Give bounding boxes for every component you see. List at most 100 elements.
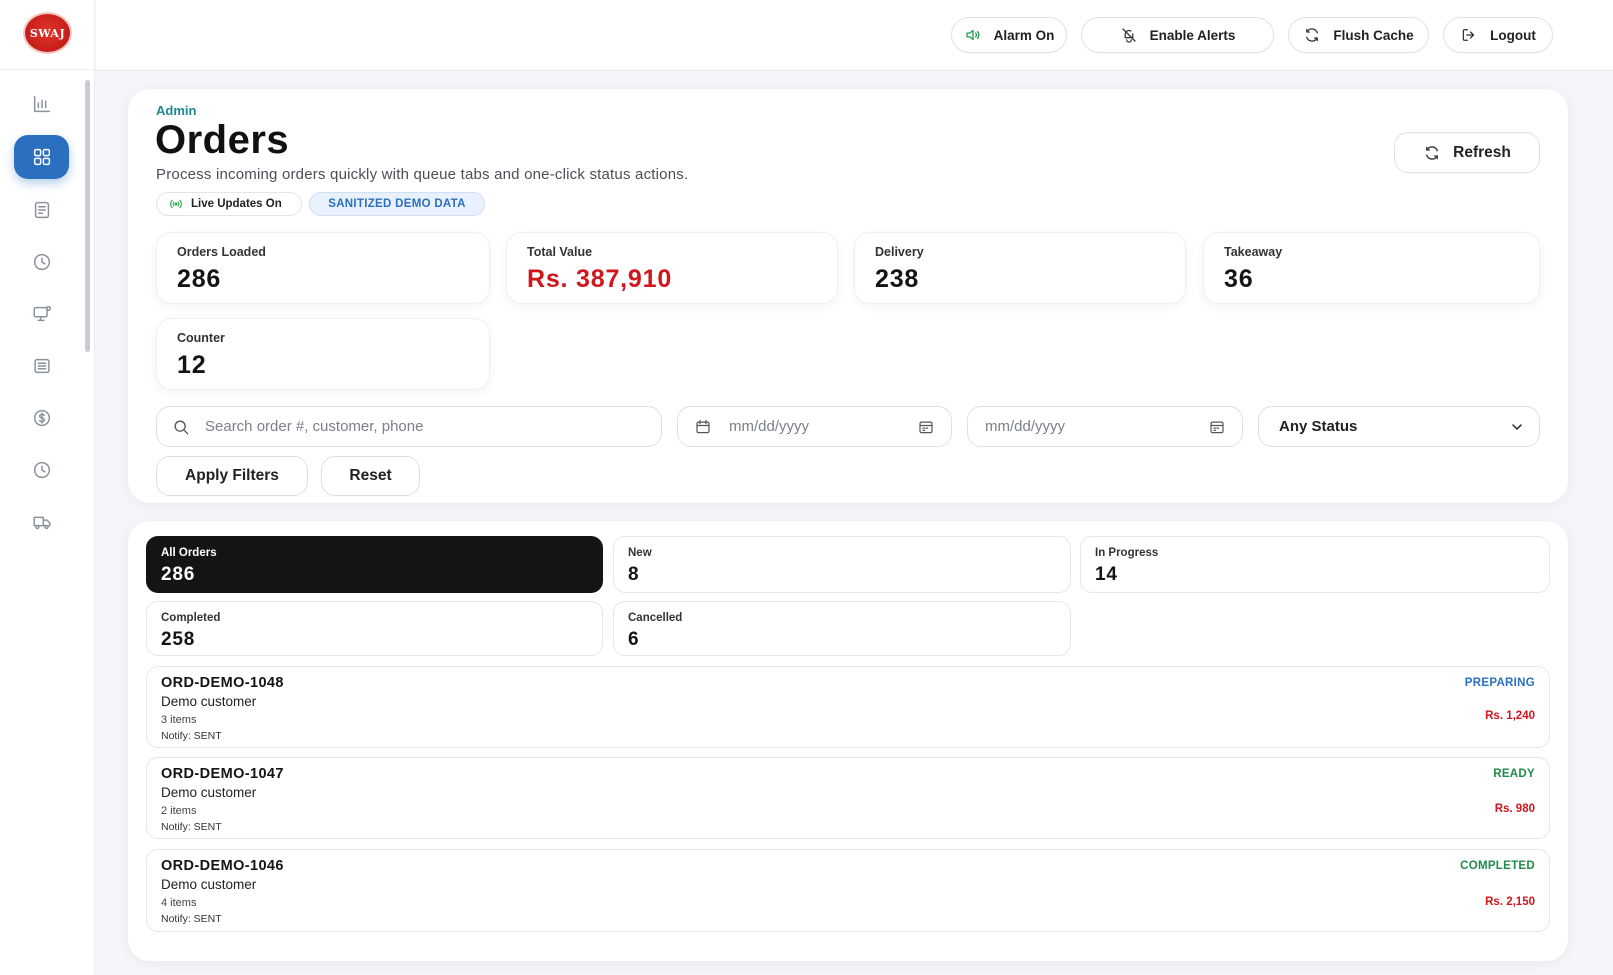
history-icon	[33, 461, 50, 479]
sidebar-scrollbar[interactable]	[85, 80, 90, 352]
date-from-field[interactable]: mm/dd/yyyy	[677, 406, 952, 447]
tab-count: 6	[628, 629, 640, 650]
brand-logo[interactable]: SWAJ	[23, 12, 72, 54]
tab-completed[interactable]: Completed 258	[146, 601, 603, 656]
flush-cache-button[interactable]: Flush Cache	[1288, 17, 1429, 53]
date-picker-icon[interactable]	[917, 418, 935, 436]
dollar-icon	[33, 409, 50, 427]
sidebar-item-timeline[interactable]	[14, 240, 69, 284]
alarm-button[interactable]: Alarm On	[951, 17, 1067, 53]
order-row[interactable]: ORD-DEMO-1048 Demo customer 3 items Noti…	[146, 666, 1550, 748]
stat-counter: Counter 12	[156, 318, 490, 390]
order-customer: Demo customer	[161, 785, 257, 800]
order-id: ORD-DEMO-1048	[161, 675, 284, 691]
reset-button[interactable]: Reset	[321, 456, 420, 496]
order-id: ORD-DEMO-1046	[161, 858, 284, 874]
enable-alerts-button[interactable]: Enable Alerts	[1081, 17, 1274, 53]
tab-in-progress[interactable]: In Progress 14	[1080, 536, 1550, 593]
stat-orders-loaded: Orders Loaded 286	[156, 232, 490, 304]
refresh-button[interactable]: Refresh	[1394, 132, 1540, 173]
refresh-label: Refresh	[1453, 143, 1511, 161]
sidebar-item-payments[interactable]	[14, 396, 69, 440]
sidebar-item-receipts[interactable]	[14, 188, 69, 232]
stat-value: 238	[875, 265, 920, 293]
calendar-icon	[696, 419, 710, 433]
tab-label: Cancelled	[628, 612, 683, 624]
sidebar-item-orders[interactable]	[14, 135, 69, 179]
stat-delivery: Delivery 238	[854, 232, 1186, 304]
stat-label: Counter	[177, 331, 225, 345]
order-amount: Rs. 1,240	[1485, 710, 1535, 722]
tab-label: New	[628, 547, 652, 559]
tab-label: All Orders	[161, 547, 217, 559]
order-row[interactable]: ORD-DEMO-1047 Demo customer 2 items Noti…	[146, 757, 1550, 839]
sidebar-item-analytics[interactable]	[14, 82, 69, 126]
bell-off-icon	[1121, 28, 1136, 43]
search-field[interactable]: Search order #, customer, phone	[156, 406, 662, 447]
tab-label: In Progress	[1095, 547, 1159, 559]
dashboard-grid-icon	[33, 148, 50, 166]
tab-count: 286	[161, 564, 196, 585]
demo-data-badge: SANITIZED DEMO DATA	[309, 192, 485, 216]
status-select[interactable]: Any Status	[1258, 406, 1540, 447]
date-to-field[interactable]: mm/dd/yyyy	[967, 406, 1243, 447]
order-amount: Rs. 980	[1494, 803, 1535, 815]
search-icon	[174, 420, 189, 434]
broadcast-icon	[170, 199, 182, 209]
stat-value: 286	[177, 265, 222, 293]
list-icon	[33, 358, 50, 374]
live-updates-badge: Live Updates On	[156, 192, 302, 216]
order-status-badge: PREPARING	[1464, 677, 1535, 689]
stat-total-value: Total Value Rs. 387,910	[506, 232, 838, 304]
chevron-down-icon	[1512, 423, 1522, 430]
logo-area: SWAJ	[0, 0, 95, 70]
tab-new[interactable]: New 8	[613, 536, 1071, 593]
order-status-badge: COMPLETED	[1460, 860, 1535, 872]
sidebar: SWAJ	[0, 0, 95, 975]
order-row[interactable]: ORD-DEMO-1046 Demo customer 4 items Noti…	[146, 849, 1550, 932]
stat-value: 36	[1224, 265, 1254, 293]
order-id: ORD-DEMO-1047	[161, 766, 284, 782]
search-placeholder: Search order #, customer, phone	[205, 418, 424, 435]
date-picker-icon[interactable]	[1208, 418, 1226, 436]
enable-alerts-label: Enable Alerts	[1149, 27, 1236, 43]
sidebar-item-menu[interactable]	[14, 344, 69, 388]
sidebar-item-display[interactable]	[14, 292, 69, 336]
order-notify: Notify: SENT	[161, 730, 222, 742]
page-title: Orders	[155, 118, 290, 162]
order-customer: Demo customer	[161, 694, 257, 709]
logout-button[interactable]: Logout	[1443, 17, 1553, 53]
order-items: 4 items	[161, 897, 197, 909]
tab-count: 8	[628, 564, 640, 585]
sidebar-item-delivery[interactable]	[14, 500, 69, 544]
flush-cache-label: Flush Cache	[1333, 27, 1414, 43]
stat-label: Orders Loaded	[177, 245, 266, 259]
clock-icon	[33, 253, 50, 271]
tab-all-orders[interactable]: All Orders 286	[146, 536, 603, 593]
page-subtitle: Process incoming orders quickly with que…	[156, 166, 689, 183]
date-from-value: mm/dd/yyyy	[729, 418, 810, 435]
order-items: 2 items	[161, 805, 197, 817]
alarm-label: Alarm On	[993, 27, 1055, 43]
tab-cancelled[interactable]: Cancelled 6	[613, 601, 1071, 656]
stat-label: Takeaway	[1224, 245, 1283, 259]
analytics-icon	[33, 95, 50, 113]
stat-value: Rs. 387,910	[527, 265, 673, 293]
delivery-truck-icon	[32, 516, 51, 530]
logout-label: Logout	[1490, 27, 1536, 43]
monitor-user-icon	[32, 305, 51, 322]
stat-label: Total Value	[527, 245, 593, 259]
stat-value: 12	[177, 351, 207, 379]
date-to-value: mm/dd/yyyy	[985, 418, 1066, 435]
refresh-icon	[1426, 145, 1439, 160]
tab-count: 14	[1095, 564, 1118, 585]
tab-label: Completed	[161, 612, 221, 624]
tab-count: 258	[161, 629, 196, 650]
order-items: 3 items	[161, 714, 197, 726]
order-notify: Notify: SENT	[161, 913, 222, 925]
order-status-badge: READY	[1493, 768, 1535, 780]
live-updates-label: Live Updates On	[191, 198, 282, 210]
sidebar-item-history[interactable]	[14, 448, 69, 492]
order-customer: Demo customer	[161, 877, 257, 892]
apply-filters-button[interactable]: Apply Filters	[156, 456, 308, 496]
